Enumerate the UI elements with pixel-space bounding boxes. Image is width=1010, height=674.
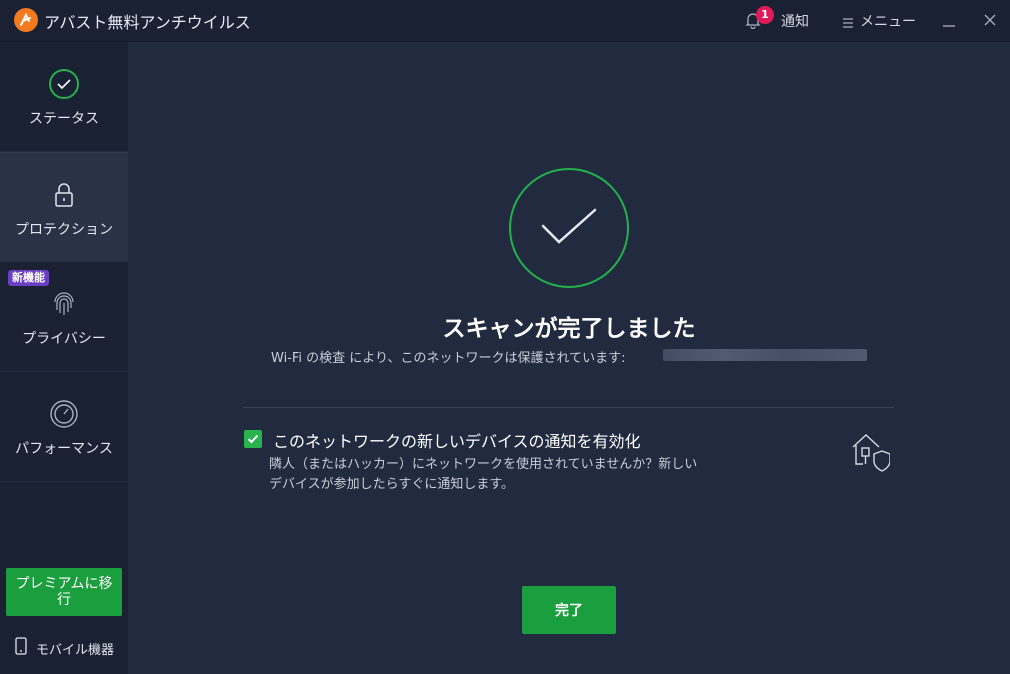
notifications-button[interactable]: 通知 bbox=[781, 11, 809, 31]
minimize-icon[interactable] bbox=[941, 11, 957, 29]
mobile-devices-label: モバイル機器 bbox=[36, 642, 115, 658]
close-icon[interactable] bbox=[982, 12, 998, 28]
done-button[interactable]: 完了 bbox=[522, 586, 616, 634]
speedometer-icon bbox=[48, 398, 80, 430]
notification-count-badge: 1 bbox=[756, 6, 774, 24]
new-device-notification-title: このネットワークの新しいデバイスの通知を有効化 bbox=[273, 432, 641, 451]
network-name-redacted bbox=[663, 349, 867, 361]
mobile-devices-link[interactable]: モバイル機器 bbox=[14, 637, 115, 659]
avast-logo-icon bbox=[14, 8, 38, 32]
lock-icon bbox=[48, 179, 80, 211]
sidebar-item-performance[interactable]: パフォーマンス bbox=[0, 372, 128, 482]
new-device-notification-checkbox[interactable] bbox=[244, 430, 262, 448]
sidebar-item-label: プライバシー bbox=[22, 331, 106, 347]
new-feature-badge: 新機能 bbox=[8, 270, 49, 286]
hamburger-menu-icon[interactable] bbox=[842, 14, 854, 28]
sidebar-item-label: プロテクション bbox=[15, 222, 113, 238]
check-circle-icon bbox=[48, 68, 80, 100]
app-title: アバスト無料アンチウイルス bbox=[44, 13, 251, 32]
sidebar-item-label: パフォーマンス bbox=[15, 441, 113, 457]
menu-button[interactable]: メニュー bbox=[860, 11, 916, 31]
scan-complete-heading: スキャンが完了しました bbox=[442, 316, 696, 342]
sidebar-item-label: ステータス bbox=[29, 111, 99, 127]
sidebar-item-protection[interactable]: プロテクション bbox=[0, 152, 128, 262]
title-bar: アバスト無料アンチウイルス 1 通知 メニュー bbox=[0, 0, 1010, 42]
new-device-notification-description: 隣人（またはハッカー）にネットワークを使用されていませんか？新しいデバイスが参加… bbox=[269, 457, 698, 492]
scan-complete-check-icon bbox=[509, 168, 629, 288]
network-protected-text: Wi-Fi の検査 により、このネットワークは保護されています: bbox=[271, 351, 626, 366]
main-panel: スキャンが完了しました Wi-Fi の検査 により、このネットワークは保護されて… bbox=[128, 42, 1010, 674]
sidebar-item-status[interactable]: ステータス bbox=[0, 42, 128, 152]
sidebar: ステータス プロテクション プライバシー 新機能 パフォーマンス プレミアムに移… bbox=[0, 42, 128, 674]
smartphone-icon bbox=[14, 637, 28, 659]
divider bbox=[243, 407, 894, 408]
home-network-shield-icon bbox=[850, 430, 891, 474]
upgrade-premium-button[interactable]: プレミアムに移行 bbox=[6, 568, 122, 616]
fingerprint-icon bbox=[48, 288, 80, 320]
